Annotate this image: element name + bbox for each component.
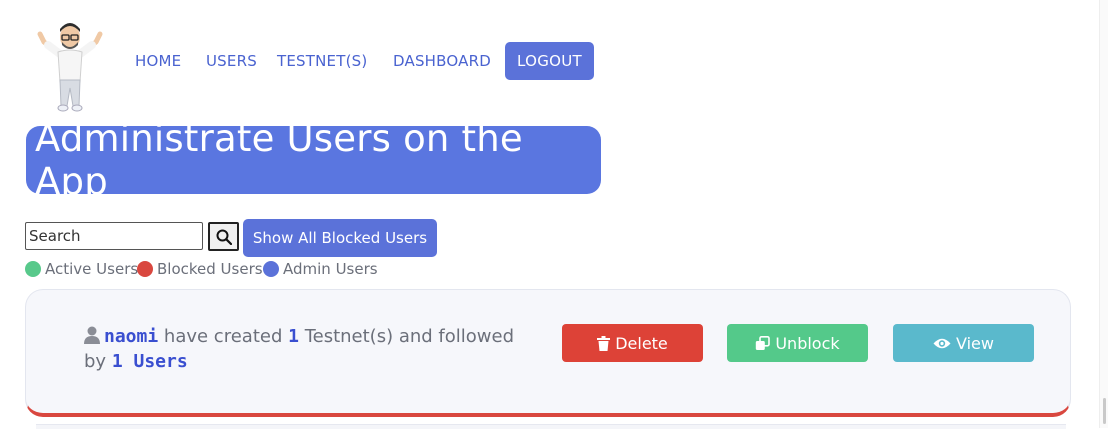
delete-label: Delete: [615, 333, 668, 353]
nav-home-link[interactable]: HOME: [135, 52, 181, 70]
next-card-edge: [36, 424, 1066, 429]
legend-admin-label: Admin Users: [283, 260, 378, 278]
blocked-dot-icon: [137, 261, 153, 277]
unblock-button[interactable]: Unblock: [727, 324, 868, 362]
user-icon: [84, 326, 100, 344]
search-button[interactable]: [208, 222, 239, 251]
view-button[interactable]: View: [893, 324, 1034, 362]
search-icon: [216, 229, 232, 245]
legend-blocked-label: Blocked Users: [157, 260, 263, 278]
copy-icon: [756, 335, 771, 350]
admin-dot-icon: [263, 261, 279, 277]
testnets-text: Testnet(s) and followed: [304, 326, 514, 347]
nav-users-link[interactable]: USERS: [206, 52, 257, 70]
show-blocked-users-button[interactable]: Show All Blocked Users: [243, 219, 437, 257]
scrollbar[interactable]: [1099, 0, 1108, 428]
created-text: have created: [163, 326, 283, 347]
by-text: by: [84, 351, 107, 372]
eye-icon: [933, 338, 951, 348]
delete-button[interactable]: Delete: [562, 324, 703, 362]
testnet-count: 1: [288, 326, 299, 347]
nav-testnets-link[interactable]: TESTNET(S): [277, 52, 367, 70]
active-dot-icon: [25, 261, 41, 277]
legend-blocked: Blocked Users: [137, 260, 263, 278]
nav-dashboard-link[interactable]: DASHBOARD: [393, 52, 491, 70]
user-summary: naomi have created 1 Testnet(s) and foll…: [84, 324, 524, 374]
legend-admin: Admin Users: [263, 260, 378, 278]
unblock-label: Unblock: [775, 333, 840, 353]
trash-icon: [597, 335, 611, 351]
username[interactable]: naomi: [104, 326, 158, 347]
legend-active: Active Users: [25, 260, 138, 278]
search-input[interactable]: [25, 222, 203, 250]
user-card: naomi have created 1 Testnet(s) and foll…: [25, 289, 1071, 417]
view-label: View: [956, 333, 994, 353]
scrollbar-thumb[interactable]: [1103, 398, 1106, 424]
logout-button[interactable]: LOGOUT: [505, 42, 594, 80]
avatar: [34, 20, 106, 116]
page-title: Administrate Users on the App: [26, 117, 601, 203]
followed-count: 1 Users: [111, 351, 188, 372]
legend-active-label: Active Users: [45, 260, 139, 278]
